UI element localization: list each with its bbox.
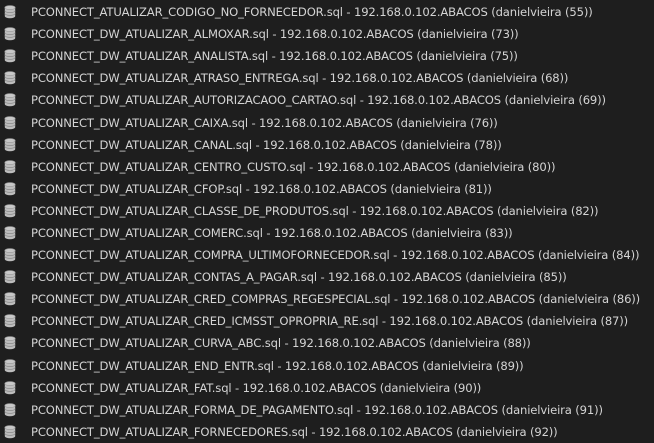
query-window-item[interactable]: PCONNECT_DW_ATUALIZAR_ATRASO_ENTREGA.sql… (0, 67, 654, 89)
query-window-item[interactable]: PCONNECT_DW_ATUALIZAR_AUTORIZACAOO_CARTA… (0, 89, 654, 111)
query-window-item[interactable]: PCONNECT_DW_ATUALIZAR_END_ENTR.sql - 192… (0, 355, 654, 377)
query-window-item[interactable]: PCONNECT_DW_ATUALIZAR_CRED_COMPRAS_REGES… (0, 288, 654, 310)
query-window-item[interactable]: PCONNECT_DW_ATUALIZAR_CRED_ICMSST_OPROPR… (0, 310, 654, 332)
query-window-label: PCONNECT_DW_ATUALIZAR_FORMA_DE_PAGAMENTO… (31, 402, 603, 417)
query-window-label: PCONNECT_DW_ATUALIZAR_END_ENTR.sql - 192… (31, 358, 524, 373)
query-window-label: PCONNECT_DW_ATUALIZAR_CLASSE_DE_PRODUTOS… (31, 203, 599, 218)
database-icon (4, 115, 16, 130)
database-icon (4, 270, 16, 284)
query-window-label: PCONNECT_DW_ATUALIZAR_FORNECEDORES.sql -… (31, 424, 558, 439)
database-icon (4, 380, 16, 395)
query-window-item[interactable]: PCONNECT_DW_ATUALIZAR_ANALISTA.sql - 192… (0, 45, 654, 67)
database-icon (4, 5, 16, 19)
database-icon (4, 27, 16, 41)
query-window-label: PCONNECT_DW_ATUALIZAR_ATRASO_ENTREGA.sql… (31, 71, 569, 86)
database-icon (4, 93, 16, 107)
database-icon (4, 49, 16, 63)
query-window-item[interactable]: PCONNECT_DW_ATUALIZAR_CURVA_ABC.sql - 19… (0, 332, 654, 354)
query-window-item[interactable]: PCONNECT_DW_ATUALIZAR_CFOP.sql - 192.168… (0, 178, 654, 200)
database-icon (4, 160, 16, 174)
query-window-label: PCONNECT_DW_ATUALIZAR_CRED_COMPRAS_REGES… (31, 292, 641, 307)
query-window-label: PCONNECT_DW_ATUALIZAR_CENTRO_CUSTO.sql -… (31, 159, 556, 174)
query-window-item[interactable]: PCONNECT_DW_ATUALIZAR_CENTRO_CUSTO.sql -… (0, 156, 654, 178)
query-window-label: PCONNECT_DW_ATUALIZAR_ANALISTA.sql - 192… (31, 49, 518, 64)
database-icon (4, 248, 16, 262)
query-window-item[interactable]: PCONNECT_DW_ATUALIZAR_ALMOXAR.sql - 192.… (0, 23, 654, 45)
query-window-item[interactable]: PCONNECT_DW_ATUALIZAR_FORMA_DE_PAGAMENTO… (0, 399, 654, 421)
query-window-label: PCONNECT_DW_ATUALIZAR_CANAL.sql - 192.16… (31, 137, 502, 152)
query-window-label: PCONNECT_DW_ATUALIZAR_CRED_ICMSST_OPROPR… (31, 314, 629, 329)
query-window-label: PCONNECT_DW_ATUALIZAR_COMPRA_ULTIMOFORNE… (31, 248, 640, 263)
query-window-item[interactable]: PCONNECT_DW_ATUALIZAR_COMPRA_ULTIMOFORNE… (0, 244, 654, 266)
open-query-window-list: PCONNECT_ATUALIZAR_CODIGO_NO_FORNECEDOR.… (0, 0, 654, 441)
query-window-item[interactable]: PCONNECT_DW_ATUALIZAR_COMERC.sql - 192.1… (0, 222, 654, 244)
query-window-item[interactable]: PCONNECT_DW_ATUALIZAR_CANAL.sql - 192.16… (0, 134, 654, 156)
database-icon (4, 292, 16, 306)
database-icon (4, 226, 16, 240)
database-icon (4, 137, 16, 152)
database-icon (4, 71, 16, 85)
database-icon (4, 358, 16, 373)
query-window-item[interactable]: PCONNECT_DW_ATUALIZAR_CLASSE_DE_PRODUTOS… (0, 200, 654, 222)
query-window-item[interactable]: PCONNECT_DW_ATUALIZAR_CONTAS_A_PAGAR.sql… (0, 266, 654, 288)
database-icon (4, 204, 16, 218)
query-window-label: PCONNECT_DW_ATUALIZAR_COMERC.sql - 192.1… (31, 225, 513, 240)
database-icon (4, 425, 16, 439)
query-window-label: PCONNECT_DW_ATUALIZAR_FAT.sql - 192.168.… (31, 380, 482, 395)
query-window-item[interactable]: PCONNECT_DW_ATUALIZAR_CAIXA.sql - 192.16… (0, 111, 654, 133)
database-icon (4, 336, 16, 350)
query-window-label: PCONNECT_DW_ATUALIZAR_ALMOXAR.sql - 192.… (31, 27, 519, 42)
query-window-label: PCONNECT_DW_ATUALIZAR_CAIXA.sql - 192.16… (31, 115, 498, 130)
database-icon (4, 314, 16, 328)
query-window-label: PCONNECT_DW_ATUALIZAR_CURVA_ABC.sql - 19… (31, 336, 531, 351)
query-window-item[interactable]: PCONNECT_DW_ATUALIZAR_FAT.sql - 192.168.… (0, 377, 654, 399)
query-window-label: PCONNECT_DW_ATUALIZAR_CFOP.sql - 192.168… (31, 181, 492, 196)
query-window-label: PCONNECT_DW_ATUALIZAR_CONTAS_A_PAGAR.sql… (31, 270, 567, 285)
query-window-label: PCONNECT_ATUALIZAR_CODIGO_NO_FORNECEDOR.… (31, 5, 593, 20)
database-icon (4, 182, 16, 196)
database-icon (4, 403, 16, 417)
query-window-item[interactable]: PCONNECT_ATUALIZAR_CODIGO_NO_FORNECEDOR.… (0, 1, 654, 23)
query-window-label: PCONNECT_DW_ATUALIZAR_AUTORIZACAOO_CARTA… (31, 93, 606, 108)
query-window-item[interactable]: PCONNECT_DW_ATUALIZAR_FORNECEDORES.sql -… (0, 421, 654, 443)
